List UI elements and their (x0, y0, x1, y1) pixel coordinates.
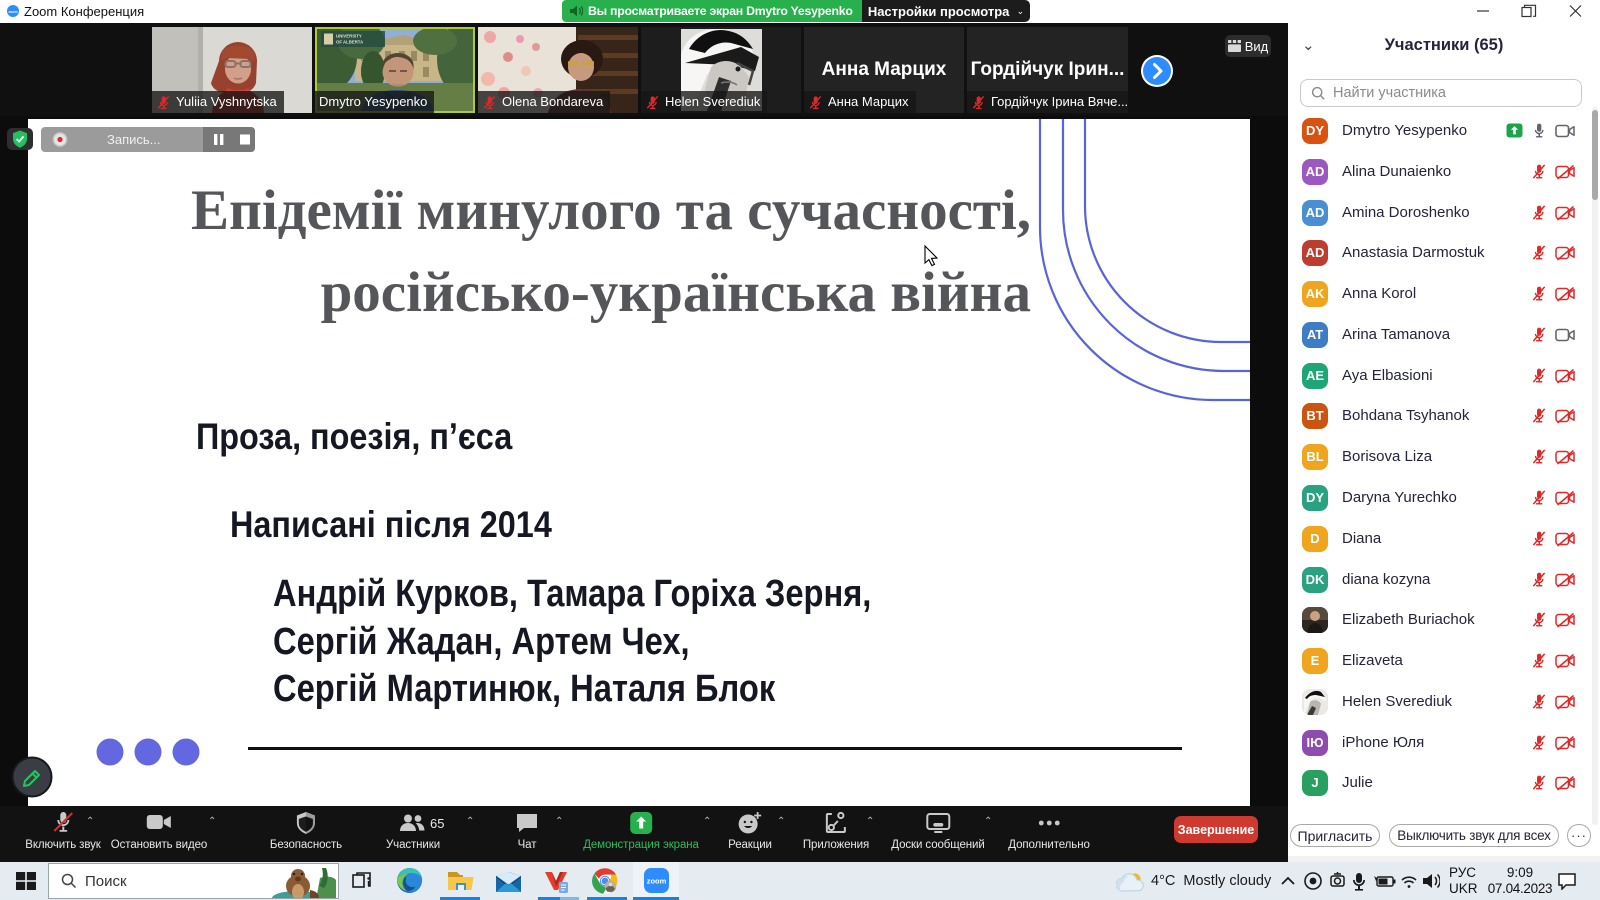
svg-text:UNIVERSITY: UNIVERSITY (336, 34, 362, 39)
svg-text:OF ALBERTA: OF ALBERTA (336, 40, 363, 45)
svg-text:zoom: zoom (8, 10, 17, 14)
svg-text:zoom: zoom (647, 877, 667, 886)
svg-text:Zoom Конференция: Zoom Конференция (24, 4, 144, 19)
